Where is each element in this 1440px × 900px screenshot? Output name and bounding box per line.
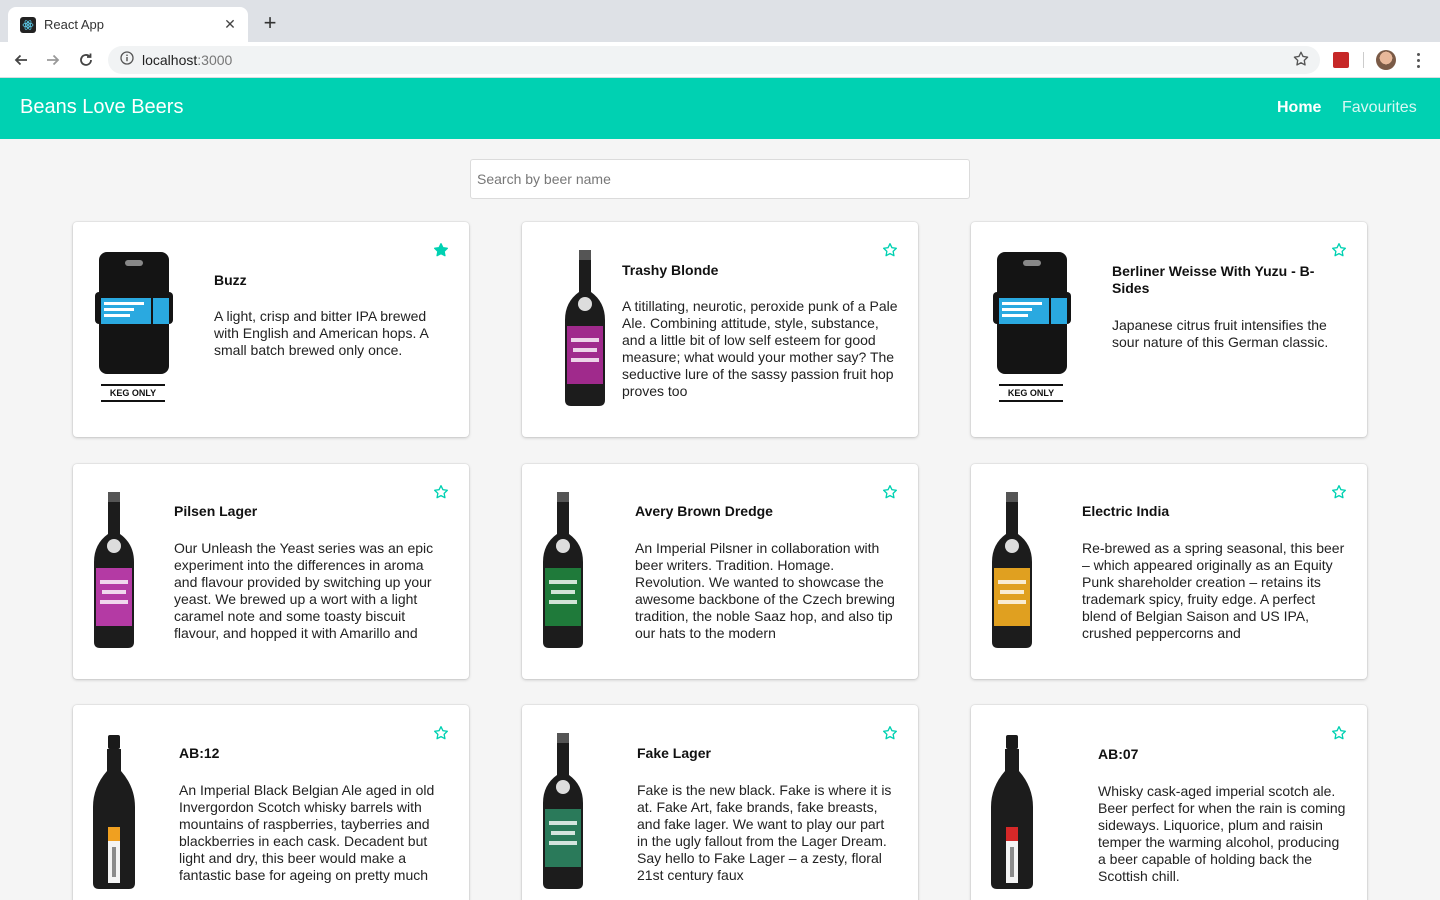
beer-description: Whisky cask-aged imperial scotch ale. Be… [1098, 783, 1346, 884]
wine-bottle-icon [971, 705, 1111, 900]
new-tab-icon[interactable]: + [258, 12, 282, 36]
beer-name: Trashy Blonde [622, 262, 719, 278]
beer-search-input[interactable] [470, 159, 970, 199]
beer-description: A titillating, neurotic, peroxide punk o… [622, 298, 898, 399]
back-icon[interactable] [9, 48, 33, 72]
beer-description: A light, crisp and bitter IPA brewed wit… [214, 308, 429, 358]
url-host: localhost [142, 52, 198, 68]
beer-description: An Imperial Pilsner in collaboration wit… [635, 540, 895, 641]
beer-card[interactable]: Fake Lager Fake is the new black. Fake is… [522, 705, 918, 900]
beer-name: Electric India [1082, 503, 1170, 519]
beer-name: Pilsen Lager [174, 503, 258, 519]
favourite-star-icon[interactable] [1331, 484, 1347, 500]
beer-description: Re-brewed as a spring seasonal, this bee… [1082, 540, 1345, 641]
beer-card[interactable]: Electric India Re-brewed as a spring seas… [971, 464, 1367, 679]
beer-card[interactable]: Trashy Blonde A titillating, neurotic, pe… [522, 222, 918, 437]
browser-toolbar: localhost:3000 [0, 42, 1440, 78]
favourite-star-icon[interactable] [433, 484, 449, 500]
keg-icon: KEG ONLY [971, 222, 1111, 437]
beer-description: Japanese citrus fruit intensifies the so… [1112, 317, 1329, 350]
beer-card[interactable]: AB:07 Whisky cask-aged imperial scotch al… [971, 705, 1367, 900]
reload-icon[interactable] [74, 48, 98, 72]
beer-name: Fake Lager [637, 745, 711, 761]
browser-tabstrip: React App ✕ + [0, 0, 1440, 42]
beer-card[interactable]: KEG ONLY Berliner Weisse With Yuzu - B-Si… [971, 222, 1367, 437]
browser-tab[interactable]: React App ✕ [8, 7, 248, 42]
browser-menu-icon[interactable] [1410, 48, 1426, 72]
url-text: localhost:3000 [142, 52, 232, 68]
beer-card[interactable]: Avery Brown Dredge An Imperial Pilsner in… [522, 464, 918, 679]
nav-favourites-link[interactable]: Favourites [1342, 99, 1417, 117]
favourite-star-icon[interactable] [882, 725, 898, 741]
info-icon[interactable] [120, 50, 134, 70]
beer-name: Avery Brown Dredge [635, 503, 773, 519]
toolbar-divider [1363, 52, 1364, 68]
favourite-star-filled-icon[interactable] [433, 242, 449, 258]
extension-icon[interactable] [1333, 52, 1349, 68]
profile-avatar[interactable] [1376, 50, 1396, 70]
react-logo-icon [20, 16, 36, 33]
favourite-star-icon[interactable] [1331, 242, 1347, 258]
beer-description: Fake is the new black. Fake is where it … [637, 782, 892, 883]
forward-icon[interactable] [41, 48, 65, 72]
svg-text:KEG ONLY: KEG ONLY [110, 388, 156, 398]
address-bar[interactable]: localhost:3000 [108, 46, 1320, 74]
tab-title: React App [44, 17, 104, 32]
bookmark-star-icon[interactable] [1292, 50, 1310, 73]
keg-icon: KEG ONLY [73, 222, 213, 437]
app-navbar: Beans Love Beers Home Favourites [0, 78, 1440, 139]
beer-card[interactable]: KEG ONLY Buzz A light, crisp and bitter IP… [73, 222, 469, 437]
favourite-star-icon[interactable] [882, 242, 898, 258]
brand-title[interactable]: Beans Love Beers [20, 96, 183, 119]
beer-name: AB:07 [1098, 746, 1139, 762]
svg-text:KEG ONLY: KEG ONLY [1008, 388, 1054, 398]
favourite-star-icon[interactable] [882, 484, 898, 500]
beer-card[interactable]: Pilsen Lager Our Unleash the Yeast series… [73, 464, 469, 679]
favourite-star-icon[interactable] [433, 725, 449, 741]
beer-name: Buzz [214, 272, 247, 288]
favourite-star-icon[interactable] [1331, 725, 1347, 741]
beer-description: Our Unleash the Yeast series was an epic… [174, 540, 434, 641]
beer-name: AB:12 [179, 745, 220, 761]
url-port: :3000 [197, 52, 233, 68]
beer-name: Berliner Weisse With Yuzu - B-Sides [1112, 263, 1315, 296]
beer-description: An Imperial Black Belgian Ale aged in ol… [179, 782, 435, 883]
beer-card[interactable]: AB:12 An Imperial Black Belgian Ale aged … [73, 705, 469, 900]
nav-home-link[interactable]: Home [1277, 99, 1321, 117]
close-tab-icon[interactable]: ✕ [222, 16, 238, 33]
